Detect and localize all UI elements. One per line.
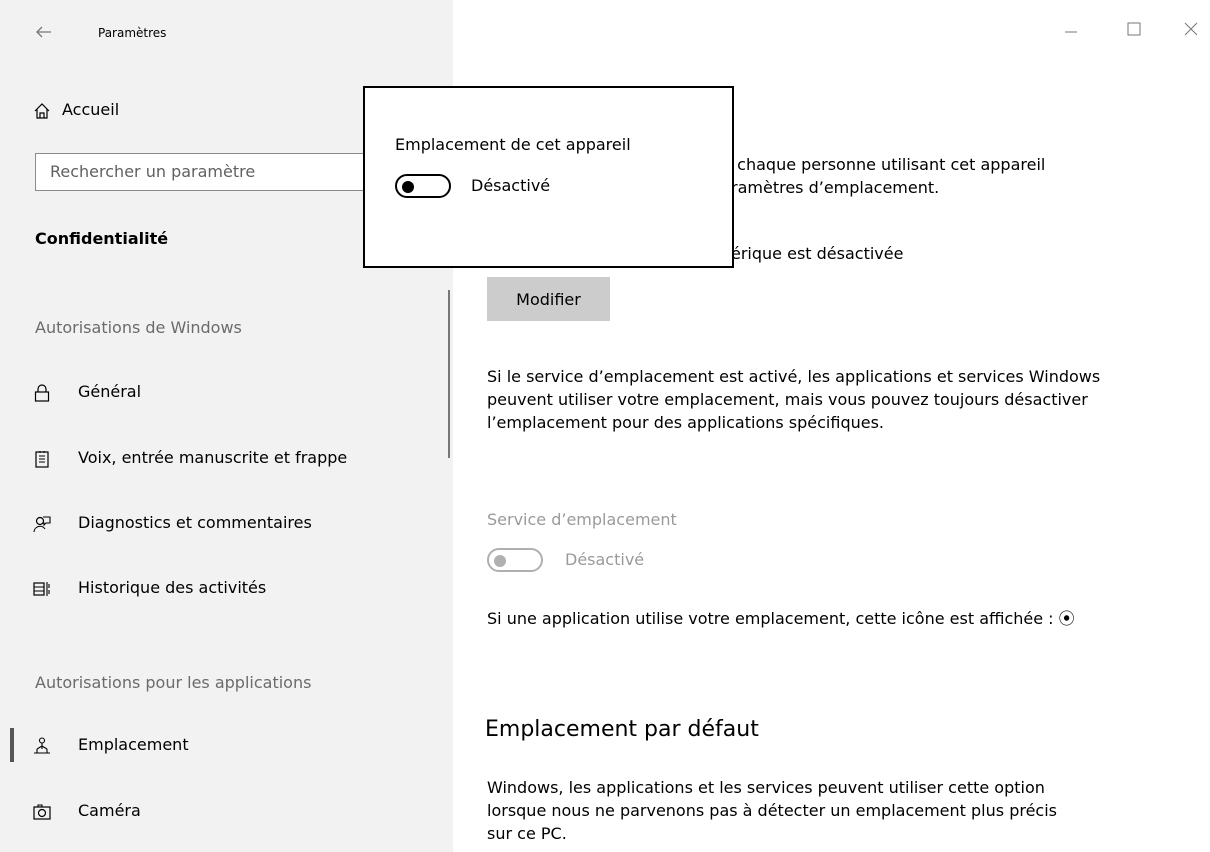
- device-location-desc-line2: ramètres d’emplacement.: [731, 178, 940, 197]
- notepad-icon: [33, 450, 51, 468]
- camera-icon: [33, 803, 51, 821]
- search-input[interactable]: Rechercher un paramètre: [35, 153, 395, 191]
- home-icon: [33, 102, 51, 120]
- group-header-windows: Autorisations de Windows: [35, 318, 242, 337]
- sidebar-item-diagnostics[interactable]: Diagnostics et commentaires: [33, 513, 433, 537]
- minimize-icon: [1065, 31, 1077, 33]
- sidebar-item-label: Historique des activités: [78, 578, 267, 597]
- sidebar-item-location[interactable]: Emplacement: [33, 735, 433, 759]
- maximize-icon: [1127, 22, 1141, 36]
- device-location-toggle-label: Désactivé: [471, 176, 551, 195]
- group-header-apps: Autorisations pour les applications: [35, 673, 312, 692]
- back-button[interactable]: [34, 22, 54, 42]
- device-location-desc-line1: , chaque personne utilisant cet appareil: [727, 155, 1046, 174]
- default-location-description: Windows, les applications et les service…: [487, 778, 1057, 843]
- location-service-toggle-label: Désactivé: [565, 550, 645, 569]
- selection-indicator: [10, 728, 14, 762]
- close-icon: [1184, 22, 1198, 36]
- location-icon-description: Si une application utilise votre emplace…: [487, 607, 1087, 630]
- location-service-label: Service d’emplacement: [487, 510, 677, 529]
- device-location-status: érique est désactivée: [731, 244, 904, 263]
- lock-icon: [33, 384, 51, 402]
- default-location-heading: Emplacement par défaut: [485, 717, 759, 742]
- timeline-icon: [33, 580, 51, 598]
- minimize-button[interactable]: [1064, 20, 1078, 41]
- sidebar-item-activity[interactable]: Historique des activités: [33, 578, 433, 602]
- location-service-toggle[interactable]: [487, 548, 543, 572]
- modify-button[interactable]: Modifier: [487, 277, 610, 321]
- arrow-left-icon: [36, 26, 51, 38]
- location-person-icon: [33, 737, 51, 755]
- toggle-knob: [402, 181, 414, 193]
- close-button[interactable]: [1184, 20, 1198, 41]
- sidebar-item-general[interactable]: Général: [33, 382, 393, 406]
- maximize-button[interactable]: [1127, 20, 1141, 41]
- sidebar-item-camera[interactable]: Caméra: [33, 801, 433, 825]
- feedback-icon: [33, 515, 51, 533]
- toggle-knob: [494, 555, 506, 567]
- sidebar-scrollbar[interactable]: [448, 290, 450, 458]
- sidebar-item-label: Voix, entrée manuscrite et frappe: [78, 448, 348, 467]
- sidebar-item-label: Emplacement: [78, 735, 189, 754]
- sidebar-item-label: Accueil: [62, 100, 120, 119]
- location-icon-description-text: Si une application utilise votre emplace…: [487, 609, 1054, 628]
- section-title: Confidentialité: [35, 229, 169, 248]
- device-location-popup: Emplacement de cet appareil Désactivé: [363, 86, 734, 268]
- sidebar-item-label: Diagnostics et commentaires: [78, 513, 312, 532]
- sidebar-item-label: Caméra: [78, 801, 141, 820]
- location-in-use-icon: ⦿: [1058, 609, 1075, 628]
- sidebar-item-label: Général: [78, 382, 142, 401]
- device-location-toggle[interactable]: [395, 174, 451, 198]
- sidebar-item-voice[interactable]: Voix, entrée manuscrite et frappe: [33, 448, 433, 472]
- popup-title: Emplacement de cet appareil: [395, 135, 631, 154]
- sidebar-item-home[interactable]: Accueil: [33, 99, 333, 123]
- location-service-description: Si le service d’emplacement est activé, …: [487, 367, 1101, 432]
- window-title: Paramètres: [98, 26, 167, 40]
